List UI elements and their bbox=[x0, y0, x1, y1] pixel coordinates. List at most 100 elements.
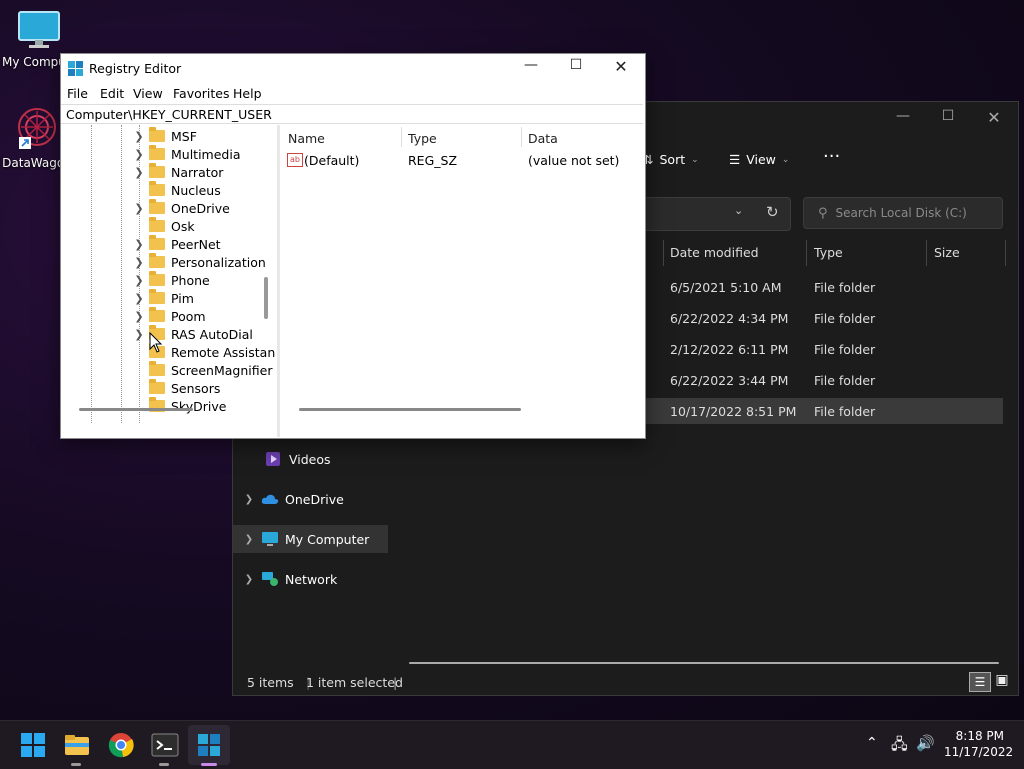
pane-splitter[interactable] bbox=[277, 125, 280, 437]
chrome-icon[interactable] bbox=[107, 731, 135, 759]
column-date-modified[interactable]: Date modified bbox=[670, 245, 759, 260]
chevron-right-icon[interactable]: ❯ bbox=[133, 274, 145, 287]
column-size[interactable]: Size bbox=[934, 245, 960, 260]
refresh-icon[interactable]: ↻ bbox=[766, 203, 779, 221]
clock-time[interactable]: 8:18 PM bbox=[948, 729, 1004, 743]
registry-key-label: Poom bbox=[171, 308, 206, 324]
registry-values-list[interactable]: Name Type Data ab (Default) REG_SZ (valu… bbox=[281, 125, 643, 423]
chevron-right-icon[interactable]: ❯ bbox=[133, 256, 145, 269]
registry-key-node[interactable]: ❯ PeerNet bbox=[133, 235, 221, 253]
folder-icon bbox=[149, 271, 165, 286]
registry-key-node[interactable]: ❯ OneDrive bbox=[133, 199, 230, 217]
column-divider[interactable] bbox=[521, 127, 522, 147]
row-type: File folder bbox=[814, 373, 876, 388]
row-date: 2/12/2022 6:11 PM bbox=[670, 342, 789, 357]
registry-path-bar[interactable]: Computer\HKEY_CURRENT_USER bbox=[61, 104, 643, 124]
column-name[interactable]: Name bbox=[288, 131, 325, 146]
chevron-right-icon[interactable]: ❯ bbox=[133, 202, 145, 215]
maximize-button[interactable]: ☐ bbox=[556, 57, 596, 73]
column-type[interactable]: Type bbox=[814, 245, 843, 260]
terminal-icon[interactable] bbox=[151, 731, 179, 759]
chevron-down-icon[interactable]: ⌄ bbox=[734, 204, 743, 217]
menu-help[interactable]: Help bbox=[233, 86, 262, 101]
address-bar[interactable]: ⌄ ↻ bbox=[633, 197, 791, 231]
registry-editor-window[interactable]: Registry Editor — ☐ ✕ File Edit View Fav… bbox=[60, 53, 646, 439]
registry-key-node[interactable]: ❯ Pim bbox=[133, 289, 194, 307]
details-view-icon[interactable]: ☰ bbox=[969, 672, 991, 692]
start-windows-icon[interactable] bbox=[19, 731, 47, 759]
column-divider[interactable] bbox=[806, 240, 807, 266]
minimize-button[interactable]: — bbox=[511, 57, 551, 73]
menu-view[interactable]: View bbox=[133, 86, 163, 101]
row-date: 6/5/2021 5:10 AM bbox=[670, 280, 782, 295]
view-button[interactable]: ☰ View ⌄ bbox=[729, 152, 789, 167]
folder-icon bbox=[149, 127, 165, 142]
chevron-right-icon[interactable]: ❯ bbox=[133, 166, 145, 179]
registry-key-node[interactable]: ❯ Multimedia bbox=[133, 145, 241, 163]
registry-key-node[interactable]: ❯ MSF bbox=[133, 127, 197, 145]
running-indicator bbox=[159, 763, 169, 766]
horizontal-scrollbar[interactable] bbox=[409, 662, 999, 664]
row-type: File folder bbox=[814, 280, 876, 295]
chevron-right-icon[interactable]: ❯ bbox=[239, 534, 259, 545]
horizontal-scrollbar[interactable] bbox=[299, 408, 521, 411]
column-divider[interactable] bbox=[401, 127, 402, 147]
registry-tree[interactable]: ❯ MSF ❯ Multimedia ❯ Narrator Nucleus ❯ OneDrive… bbox=[61, 125, 276, 423]
menu-edit[interactable]: Edit bbox=[100, 86, 124, 101]
column-divider[interactable] bbox=[926, 240, 927, 266]
chevron-right-icon[interactable]: ❯ bbox=[133, 292, 145, 305]
chevron-right-icon[interactable]: ❯ bbox=[133, 328, 145, 341]
menu-file[interactable]: File bbox=[67, 86, 88, 101]
registry-key-node[interactable]: ❯ Poom bbox=[133, 307, 206, 325]
column-divider[interactable] bbox=[663, 240, 664, 266]
registry-editor-icon[interactable] bbox=[195, 731, 223, 759]
column-divider[interactable] bbox=[1005, 240, 1006, 266]
chevron-right-icon[interactable]: ❯ bbox=[239, 494, 259, 505]
volume-icon[interactable]: 🔊 bbox=[916, 734, 935, 752]
status-divider: | bbox=[393, 675, 398, 690]
nav-item-videos[interactable]: Videos bbox=[233, 445, 388, 473]
registry-key-node[interactable]: ❯ Narrator bbox=[133, 163, 223, 181]
close-button[interactable]: ✕ bbox=[979, 108, 1009, 127]
cloud-icon bbox=[261, 494, 279, 504]
maximize-button[interactable]: ☐ bbox=[933, 108, 963, 124]
search-input[interactable]: ⚲ Search Local Disk (C:) bbox=[803, 197, 1003, 229]
horizontal-scrollbar[interactable] bbox=[79, 408, 193, 411]
minimize-button[interactable]: — bbox=[888, 108, 918, 124]
column-type[interactable]: Type bbox=[408, 131, 437, 146]
vertical-scrollbar[interactable] bbox=[264, 277, 268, 319]
menu-favorites[interactable]: Favorites bbox=[173, 86, 229, 101]
more-options-button[interactable]: ··· bbox=[823, 146, 840, 167]
registry-key-node[interactable]: Nucleus bbox=[133, 181, 221, 199]
chevron-right-icon[interactable]: ❯ bbox=[133, 238, 145, 251]
registry-key-node[interactable]: ❯ Phone bbox=[133, 271, 210, 289]
nav-item-network[interactable]: ❯ Network bbox=[233, 565, 388, 593]
view-list-icon: ☰ bbox=[729, 152, 741, 167]
chevron-right-icon[interactable]: ❯ bbox=[133, 310, 145, 323]
clock-date[interactable]: 11/17/2022 bbox=[944, 745, 1013, 759]
sort-button[interactable]: ⇅ Sort ⌄ bbox=[643, 152, 699, 167]
nav-item-my-computer[interactable]: ❯ My Computer bbox=[233, 525, 388, 553]
registry-key-node[interactable]: Osk bbox=[133, 217, 195, 235]
tiles-view-icon[interactable]: ▣ bbox=[993, 672, 1011, 690]
folder-icon bbox=[149, 379, 165, 394]
registry-value-row[interactable]: ab (Default) REG_SZ (value not set) bbox=[281, 149, 643, 169]
chevron-right-icon[interactable]: ❯ bbox=[133, 130, 145, 143]
taskbar: ⌃ 🖧 🔊 8:18 PM 11/17/2022 bbox=[0, 720, 1024, 769]
registry-key-label: Personalization bbox=[171, 254, 266, 270]
registry-key-node[interactable]: ❯ Personalization bbox=[133, 253, 266, 271]
file-explorer-icon[interactable] bbox=[63, 731, 91, 759]
network-icon[interactable]: 🖧 bbox=[891, 734, 908, 759]
registry-key-node[interactable]: SkyDrive bbox=[133, 397, 226, 415]
registry-key-node[interactable]: Sensors bbox=[133, 379, 220, 397]
close-button[interactable]: ✕ bbox=[601, 57, 641, 76]
folder-icon bbox=[149, 253, 165, 268]
registry-key-node[interactable]: ScreenMagnifier bbox=[133, 361, 272, 379]
chevron-right-icon[interactable]: ❯ bbox=[133, 148, 145, 161]
folder-icon bbox=[149, 199, 165, 214]
nav-item-onedrive[interactable]: ❯ OneDrive bbox=[233, 485, 388, 513]
column-data[interactable]: Data bbox=[528, 131, 558, 146]
chevron-right-icon[interactable]: ❯ bbox=[239, 574, 259, 585]
row-date: 6/22/2022 3:44 PM bbox=[670, 373, 789, 388]
chevron-up-icon[interactable]: ⌃ bbox=[866, 735, 878, 751]
